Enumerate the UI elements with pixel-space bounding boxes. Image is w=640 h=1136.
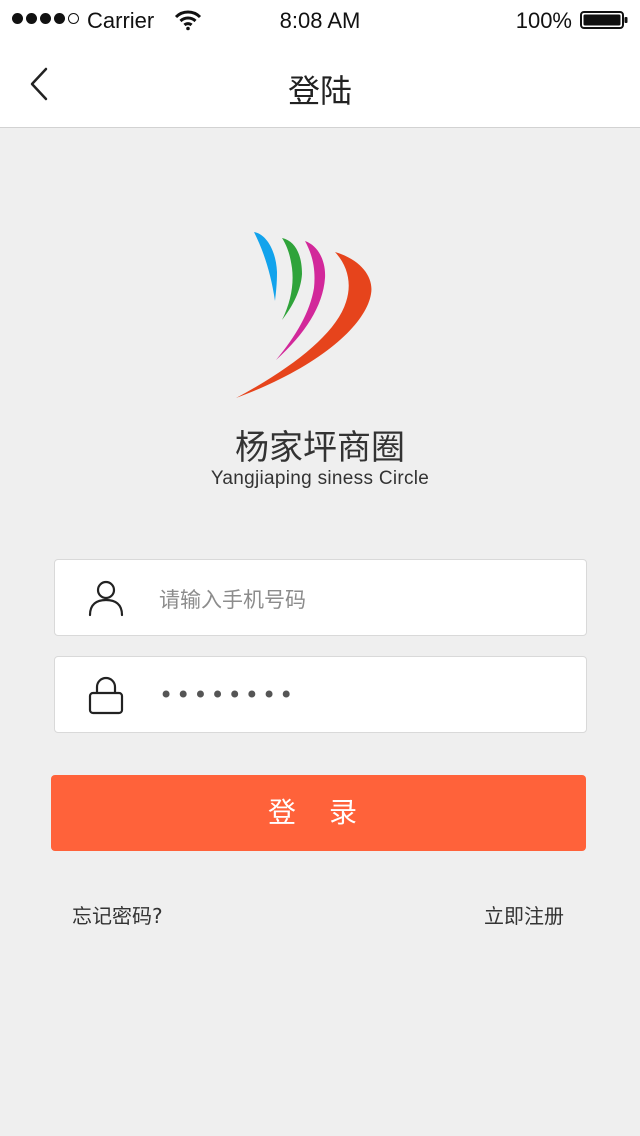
logo-stroke-magenta	[276, 241, 326, 360]
password-input[interactable]: ••••••••	[54, 656, 587, 733]
login-button[interactable]: 登 录	[51, 775, 586, 851]
navigation-bar: 登陆	[0, 40, 640, 128]
logo-stroke-blue	[254, 232, 277, 301]
chevron-left-icon	[30, 67, 48, 101]
brand-name: 杨家坪商圈	[235, 428, 405, 468]
phone-input[interactable]: 请输入手机号码	[54, 559, 587, 636]
phone-placeholder: 请输入手机号码	[159, 588, 306, 612]
password-value: ••••••••	[159, 681, 297, 709]
battery-icon	[580, 11, 628, 29]
logo-stroke-green	[282, 238, 302, 320]
brand-subtitle: Yangjiaping siness Circle	[210, 468, 430, 489]
status-bar: Carrier 8:08 AM 100%	[0, 0, 640, 40]
forgot-password-link[interactable]: 忘记密码?	[72, 900, 163, 929]
user-icon	[88, 580, 124, 617]
lock-icon	[88, 676, 124, 715]
page-title: 登陆	[287, 72, 352, 110]
battery-percentage: 100%	[515, 8, 572, 33]
register-link[interactable]: 立即注册	[484, 900, 564, 929]
back-button[interactable]	[22, 62, 62, 106]
brand-logo	[236, 232, 372, 398]
